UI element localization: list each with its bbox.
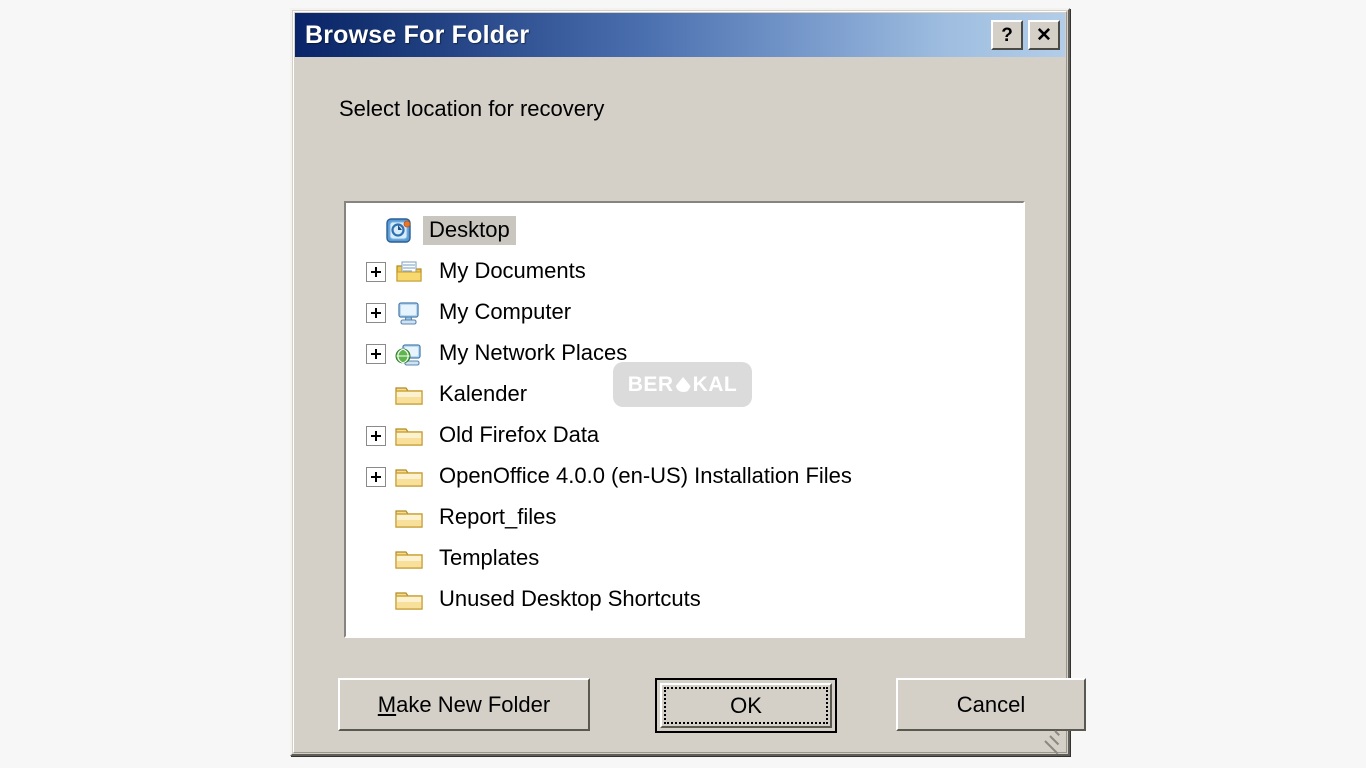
tree-item-label: OpenOffice 4.0.0 (en-US) Installation Fi… bbox=[439, 463, 852, 489]
folder-icon bbox=[394, 586, 424, 614]
folder-icon bbox=[394, 463, 424, 491]
expand-icon[interactable] bbox=[366, 261, 386, 282]
expand-icon[interactable] bbox=[366, 343, 386, 364]
folder-tree-panel[interactable]: Desktop My Documents My Computer My Network… bbox=[344, 201, 1025, 638]
screen: Browse For Folder ? ✕ Select location fo… bbox=[0, 0, 1366, 768]
tree-item[interactable]: Unused Desktop Shortcuts bbox=[346, 579, 1023, 620]
tree-item-label: Templates bbox=[439, 545, 540, 571]
folder-icon bbox=[394, 381, 424, 409]
desktop-icon bbox=[384, 217, 414, 245]
tree-item-label: Desktop bbox=[423, 216, 516, 245]
dialog-prompt: Select location for recovery bbox=[339, 96, 605, 121]
tree-item-label: My Network Places bbox=[439, 340, 628, 366]
tree-item[interactable]: Report_files bbox=[346, 497, 1023, 538]
tree-item-label: Report_files bbox=[439, 504, 557, 530]
make-new-folder-accel: M bbox=[377, 691, 397, 717]
help-icon[interactable]: ? bbox=[991, 20, 1023, 50]
my-documents-icon bbox=[394, 258, 424, 286]
dialog-buttons: Make New Folder OK Cancel bbox=[338, 678, 1086, 734]
close-icon[interactable]: ✕ bbox=[1028, 20, 1060, 50]
resize-grip[interactable] bbox=[1042, 728, 1062, 755]
tree-indent-spacer bbox=[366, 590, 386, 610]
tree-indent-spacer bbox=[356, 221, 376, 241]
tree-item-label: Unused Desktop Shortcuts bbox=[439, 586, 701, 612]
tree-item[interactable]: My Computer bbox=[346, 292, 1023, 333]
folder-tree[interactable]: Desktop My Documents My Computer My Network… bbox=[346, 203, 1023, 636]
tree-item[interactable]: Templates bbox=[346, 538, 1023, 579]
cancel-button-label: Cancel bbox=[956, 691, 1026, 717]
ok-button[interactable]: OK bbox=[655, 678, 837, 733]
tree-item[interactable]: Desktop bbox=[346, 210, 1023, 251]
make-new-folder-label: ake New Folder bbox=[396, 691, 551, 717]
tree-item-label: Kalender bbox=[439, 381, 528, 407]
tree-indent-spacer bbox=[366, 549, 386, 569]
browse-for-folder-dialog: Browse For Folder ? ✕ Select location fo… bbox=[290, 8, 1086, 756]
title-bar[interactable]: Browse For Folder ? ✕ bbox=[295, 13, 1065, 57]
tree-item-label: Old Firefox Data bbox=[439, 422, 600, 448]
tree-item[interactable]: My Documents bbox=[346, 251, 1023, 292]
ok-button-face: OK bbox=[660, 683, 832, 728]
make-new-folder-button[interactable]: Make New Folder bbox=[338, 678, 590, 731]
expand-icon[interactable] bbox=[366, 466, 386, 487]
tree-item[interactable]: Old Firefox Data bbox=[346, 415, 1023, 456]
window-title: Browse For Folder bbox=[305, 20, 530, 49]
tree-item-label: My Computer bbox=[439, 299, 572, 325]
tree-item[interactable]: My Network Places bbox=[346, 333, 1023, 374]
folder-icon bbox=[394, 545, 424, 573]
folder-icon bbox=[394, 504, 424, 532]
my-network-places-icon bbox=[394, 340, 424, 368]
expand-icon[interactable] bbox=[366, 425, 386, 446]
tree-item[interactable]: Kalender bbox=[346, 374, 1023, 415]
tree-item-label: My Documents bbox=[439, 258, 586, 284]
cancel-button[interactable]: Cancel bbox=[896, 678, 1086, 731]
tree-indent-spacer bbox=[366, 385, 386, 405]
ok-button-label: OK bbox=[664, 687, 828, 724]
title-bar-buttons: ? ✕ bbox=[991, 20, 1060, 50]
my-computer-icon bbox=[394, 299, 424, 327]
tree-indent-spacer bbox=[366, 508, 386, 528]
tree-item[interactable]: OpenOffice 4.0.0 (en-US) Installation Fi… bbox=[346, 456, 1023, 497]
folder-icon bbox=[394, 422, 424, 450]
expand-icon[interactable] bbox=[366, 302, 386, 323]
